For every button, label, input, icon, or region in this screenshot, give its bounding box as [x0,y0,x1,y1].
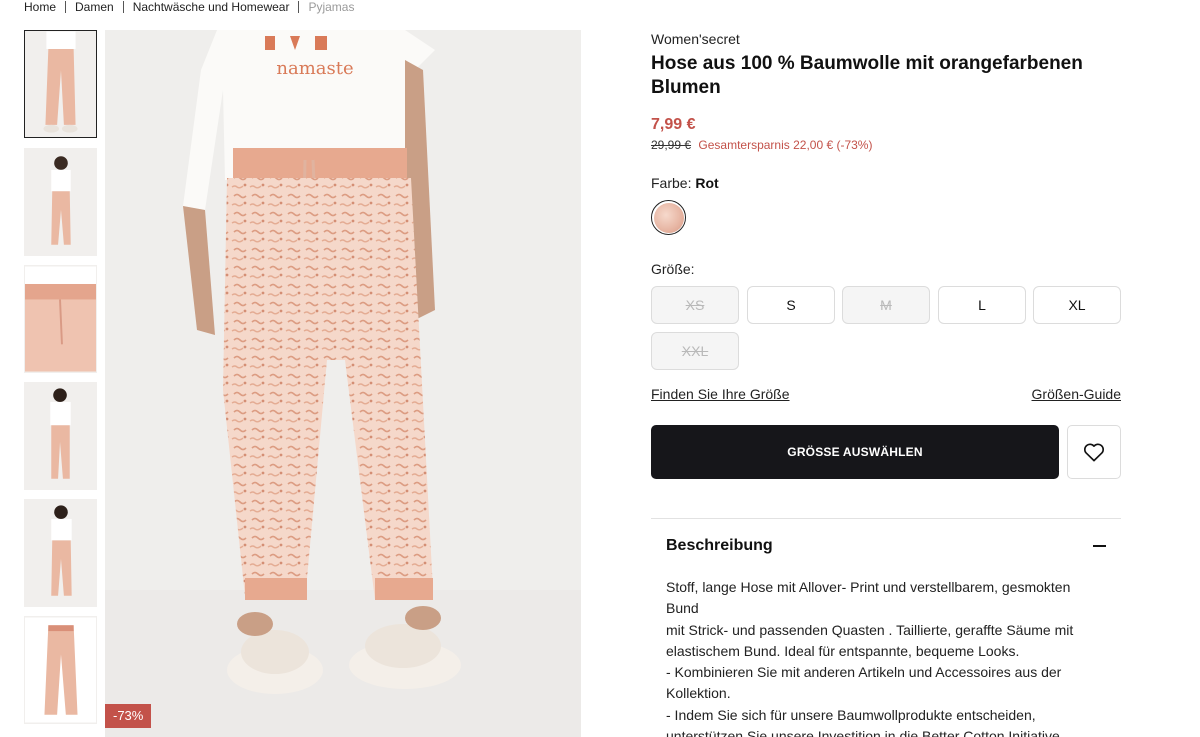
description-line: elastischem Bund. Ideal für entspannte, … [666,642,1020,659]
discount-badge: -73% [105,704,152,728]
brand-name[interactable]: Women'secret [651,30,1121,48]
product-title: Hose aus 100 % Baumwolle mit orangefarbe… [651,53,1083,98]
thumbnail-6[interactable] [24,616,97,724]
description-line: mit Strick- und passenden Quasten . Tail… [666,621,1074,638]
collapse-minus-icon [1093,545,1106,547]
current-price: 7,99 € [651,116,696,133]
breadcrumb-home[interactable]: Home [24,0,56,14]
color-value: Rot [695,175,719,191]
size-button-m[interactable]: M [842,286,930,324]
old-price: 29,99 € [651,138,692,152]
size-button-l[interactable]: L [938,286,1026,324]
size-button-s[interactable]: S [747,286,835,324]
breadcrumb: Home Damen Nachtwäsche und Homewear Pyja… [24,0,354,14]
breadcrumb-nachtwaesche[interactable]: Nachtwäsche und Homewear [133,0,290,14]
select-size-button[interactable]: GRÖSSE AUSWÄHLEN [651,425,1059,479]
description-line: - Indem Sie sich für unsere Baumwollprod… [666,706,1036,723]
thumbnail-3[interactable] [24,265,97,373]
description-text: Stoff, lange Hose mit Allover- Print und… [666,577,1106,737]
color-swatch-fill [653,202,684,233]
color-swatch-rot[interactable] [651,200,686,235]
find-size-link[interactable]: Finden Sie Ihre Größe [651,386,790,402]
size-button-xxl[interactable]: XXL [651,332,739,370]
size-guide-link[interactable]: Größen-Guide [1032,386,1121,402]
description-title: Beschreibung [666,537,773,554]
description-line: Kollektion. [666,685,731,702]
savings-text: Gesamtersparnis 22,00 € (-73%) [698,138,873,152]
wishlist-button[interactable] [1067,425,1121,479]
size-button-xl[interactable]: XL [1033,286,1121,324]
thumbnail-2[interactable] [24,148,97,256]
description-accordion-toggle[interactable]: Beschreibung [666,535,1106,557]
description-line: - Kombinieren Sie mit anderen Artikeln u… [666,664,1062,681]
breadcrumb-pyjamas: Pyjamas [308,0,355,14]
thumbnail-4[interactable] [24,382,97,490]
heart-icon [1083,443,1105,462]
breadcrumb-separator [65,1,67,13]
main-product-image[interactable]: namaste [105,30,581,737]
color-label: Farbe: Rot [651,175,719,191]
thumbnail-1[interactable] [24,30,97,138]
price-details: 29,99 € Gesamtersparnis 22,00 € (-73%) [651,138,872,152]
breadcrumb-separator [122,1,124,13]
description-line: unterstützen Sie unsere Investition in d… [666,728,1064,737]
thumbnail-5[interactable] [24,499,97,607]
breadcrumb-damen[interactable]: Damen [75,0,114,14]
section-divider [651,518,1121,519]
size-button-xs[interactable]: XS [651,286,739,324]
color-label-text: Farbe: [651,175,692,191]
tshirt-print-text: namaste [276,58,353,79]
breadcrumb-separator [298,1,300,13]
size-label: Größe: [651,261,695,277]
product-info: Women'secret Hose aus 100 % Baumwolle mi… [651,30,1121,737]
description-line: Stoff, lange Hose mit Allover- Print und… [666,579,1071,617]
